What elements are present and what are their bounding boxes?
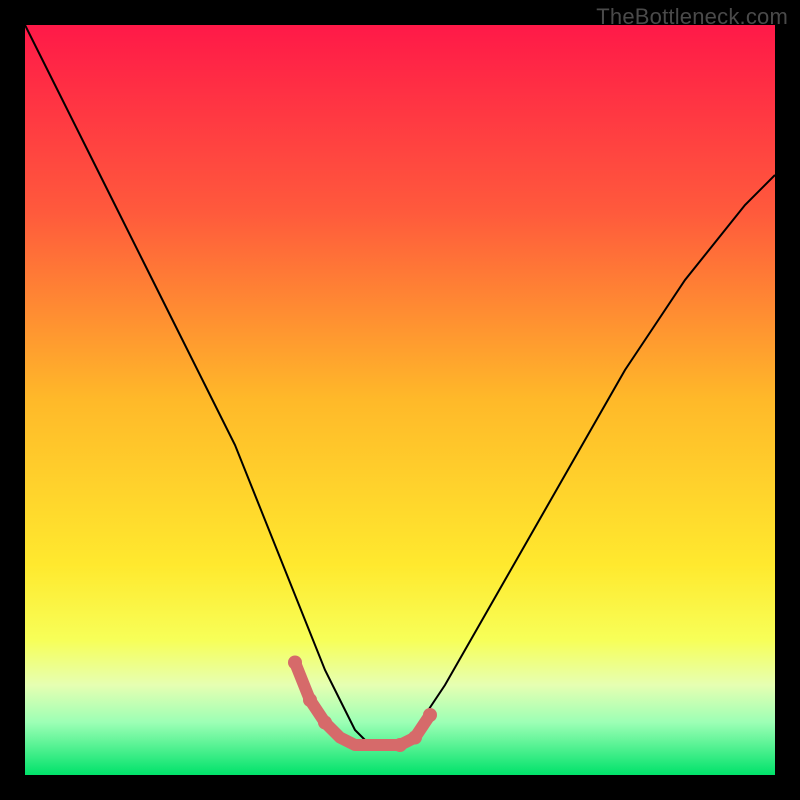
watermark-text: TheBottleneck.com [596, 4, 788, 30]
highlight-dot [303, 693, 317, 707]
gradient-background [25, 25, 775, 775]
highlight-dot [423, 708, 437, 722]
highlight-dot [288, 656, 302, 670]
highlight-dot [408, 731, 422, 745]
plot-area [25, 25, 775, 775]
highlight-dot [393, 738, 407, 752]
chart-frame: TheBottleneck.com [0, 0, 800, 800]
highlight-dot [318, 716, 332, 730]
chart-svg [25, 25, 775, 775]
